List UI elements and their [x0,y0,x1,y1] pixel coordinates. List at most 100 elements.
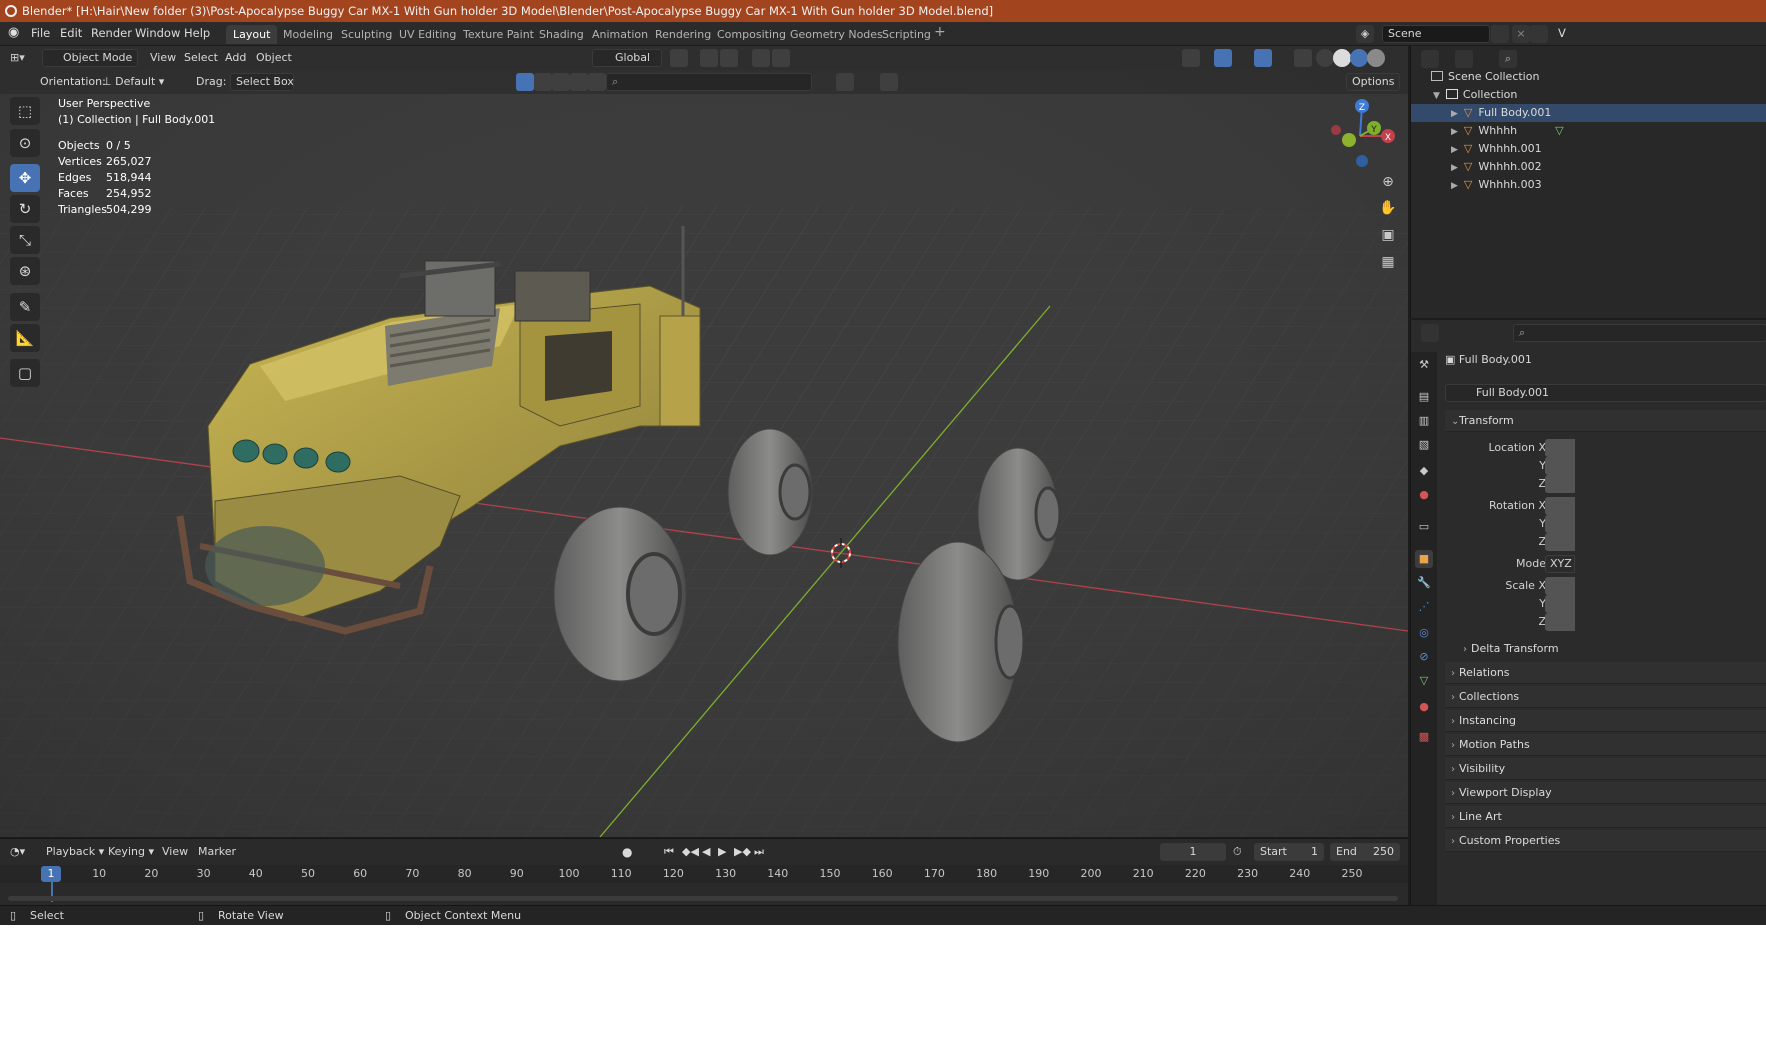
world-tab-icon[interactable]: ● [1415,486,1433,504]
end-frame-field[interactable]: End 250 [1330,843,1400,861]
scene-tab-icon[interactable]: ◆ [1415,462,1433,480]
editor-type-icon[interactable]: ⊞▾ [10,49,25,67]
measure-icon[interactable]: 📐 [10,324,40,352]
menu-object[interactable]: Object [256,49,292,67]
rotation-x-field[interactable] [1545,497,1575,515]
modifier-tab-icon[interactable]: 🔧 [1415,574,1433,592]
menu-playback[interactable]: Playback ▾ [46,843,104,861]
relations-panel-header[interactable]: › Relations [1445,662,1766,684]
xray-icon[interactable] [1294,49,1312,67]
transform-panel-header[interactable]: ⌄Transform [1445,410,1766,432]
play-reverse-icon[interactable]: ◀ [702,843,710,861]
scene-name-field[interactable]: Scene [1382,25,1490,43]
instancing-panel-header[interactable]: › Instancing [1445,710,1766,732]
object-name-field[interactable]: Full Body.001 [1445,384,1766,402]
object-tab-icon[interactable]: ■ [1415,550,1433,568]
tab-texture-paint[interactable]: Texture Paint [456,25,541,44]
next-keyframe-icon[interactable]: ▶◆ [734,843,751,861]
stopwatch-icon[interactable]: ⏱ [1233,843,1242,861]
scale-z-field[interactable] [1545,613,1575,631]
overlay-toggle-icon[interactable] [1254,49,1272,67]
tab-rendering[interactable]: Rendering [648,25,718,44]
transform-orientation-dropdown[interactable]: Global [592,49,662,67]
bookmark-icon[interactable] [836,73,854,91]
scene-browse-icon[interactable]: ◈ [1356,25,1374,43]
outliner-row-object[interactable]: ▶ ▽ Whhhh.001 [1411,140,1766,158]
menu-edit[interactable]: Edit [60,26,82,40]
collection-tab-icon[interactable]: ▭ [1415,518,1433,536]
drag-dropdown[interactable]: Select Box [230,73,294,91]
rotation-mode-dropdown[interactable]: XYZ [1545,555,1575,573]
rotate-icon[interactable]: ↻ [10,195,40,223]
solid-shading-icon[interactable] [1333,49,1351,67]
tool-tab-icon[interactable]: ⚒ [1415,356,1433,374]
select-mode-extend-icon[interactable] [534,73,552,91]
expand-arrow-icon[interactable]: ▼ [1433,91,1440,101]
outliner-row-object[interactable]: ▶ ▽ Whhhh.002 [1411,158,1766,176]
expand-arrow-icon[interactable]: ▶ [1451,163,1458,173]
wireframe-shading-icon[interactable] [1316,49,1334,67]
camera-icon[interactable]: ▣ [1378,225,1398,245]
record-icon[interactable]: ● [622,843,632,861]
tab-sculpting[interactable]: Sculpting [334,25,399,44]
expand-arrow-icon[interactable]: ▶ [1451,145,1458,155]
select-box-icon[interactable]: ⬚ [10,97,40,125]
scale-icon[interactable]: ⤡ [10,226,40,254]
expand-arrow-icon[interactable]: ▶ [1451,127,1458,137]
menu-marker[interactable]: Marker [198,843,236,861]
jump-end-icon[interactable]: ⏭ [754,843,764,861]
outliner-row-object[interactable]: ▶ ▽ Whhhh ▽ [1411,122,1766,140]
menu-keying[interactable]: Keying ▾ [108,843,154,861]
proportional-edit-icon[interactable] [752,49,770,67]
material-preview-icon[interactable] [1350,49,1368,67]
viewport-display-panel-header[interactable]: › Viewport Display [1445,782,1766,804]
expand-arrow-icon[interactable]: ▶ [1451,109,1458,119]
prev-keyframe-icon[interactable]: ◆◀ [682,843,699,861]
rotation-z-field[interactable] [1545,533,1575,551]
menu-select[interactable]: Select [184,49,218,67]
transform-icon[interactable]: ⊛ [10,257,40,285]
tab-modeling[interactable]: Modeling [276,25,340,44]
menu-render[interactable]: Render [91,26,132,40]
timeline-editor-type-icon[interactable]: ◔▾ [10,843,25,861]
visibility-icon[interactable] [1182,49,1200,67]
timeline-scrollbar[interactable] [8,896,1398,901]
render-tab-icon[interactable]: ▤ [1415,388,1433,406]
options-dropdown[interactable]: Options [1346,73,1400,91]
menu-add[interactable]: Add [225,49,246,67]
hand-icon[interactable]: ✋ [1378,198,1398,218]
properties-search-input[interactable]: ⌕ [1513,324,1766,342]
play-icon[interactable]: ▶ [718,843,726,861]
search-input[interactable]: ⌕ [606,73,812,91]
grid-icon[interactable]: ▦ [1378,252,1398,272]
display-mode-icon[interactable] [1455,50,1473,68]
annotate-icon[interactable]: ✎ [10,293,40,321]
material-tab-icon[interactable]: ● [1415,698,1433,716]
physics-tab-icon[interactable]: ◎ [1415,624,1433,642]
line-art-panel-header[interactable]: › Line Art [1445,806,1766,828]
location-x-field[interactable] [1545,439,1575,457]
snap-icon[interactable] [700,49,718,67]
menu-timeline-view[interactable]: View [162,843,188,861]
blender-logo-icon[interactable]: ◉ [8,25,19,40]
rendered-shading-icon[interactable] [1367,49,1385,67]
filter-icon[interactable] [880,73,898,91]
output-tab-icon[interactable]: ▥ [1415,412,1433,430]
tab-layout[interactable]: Layout [226,25,278,44]
select-mode-intersect-icon[interactable] [588,73,606,91]
outliner-row-collection[interactable]: ▼ Collection [1411,86,1766,104]
outliner-row-object[interactable]: ▶ ▽ Whhhh.003 [1411,176,1766,194]
pivot-point-icon[interactable] [670,49,688,67]
location-z-field[interactable] [1545,475,1575,493]
cursor-icon[interactable]: ⊙ [10,129,40,157]
visibility-panel-header[interactable]: › Visibility [1445,758,1766,780]
location-y-field[interactable] [1545,457,1575,475]
object-mode-dropdown[interactable]: Object Mode [42,49,138,67]
current-frame-field[interactable]: 1 [1160,843,1226,861]
outliner-row-object[interactable]: ▶ ▽ Full Body.001 [1411,104,1766,122]
tab-shading[interactable]: Shading [532,25,591,44]
start-frame-field[interactable]: Start 1 [1254,843,1324,861]
tab-animation[interactable]: Animation [585,25,655,44]
motion-paths-panel-header[interactable]: › Motion Paths [1445,734,1766,756]
menu-window[interactable]: Window [135,26,180,40]
